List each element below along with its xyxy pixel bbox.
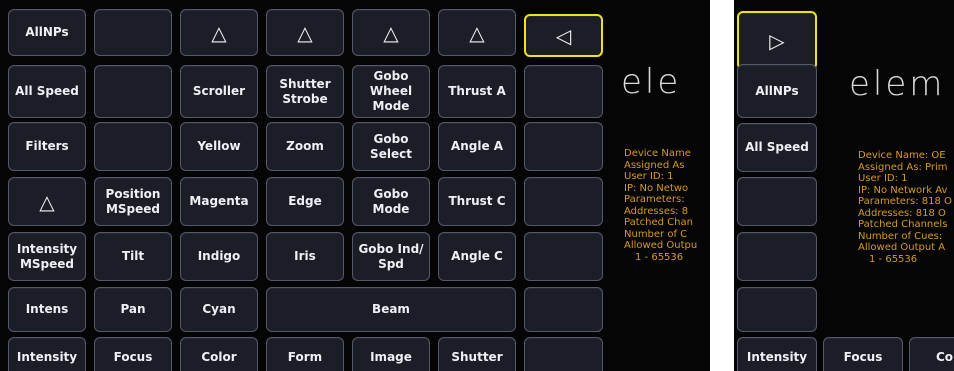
position-mspeed-button[interactable]: Position MSpeed (94, 177, 172, 226)
blank-button[interactable] (524, 122, 603, 171)
tab-shutter[interactable]: Shutter (438, 337, 516, 371)
parameters: Parameters: 818 O (858, 196, 952, 207)
tab-focus[interactable]: Focus (823, 337, 903, 371)
blank-button[interactable] (524, 177, 603, 226)
thrust-c-button[interactable]: Thrust C (438, 177, 516, 226)
gobo-category-button[interactable]: △ (352, 9, 430, 56)
user-id: User ID: 1 (624, 171, 674, 182)
gobo-mode-button[interactable]: Gobo Mode (352, 177, 430, 226)
output-range: 1 - 65536 (869, 253, 918, 265)
device-info: Device Name Assigned As User ID: 1 IP: N… (624, 148, 697, 263)
device-name: Device Name: OE (858, 150, 946, 161)
magenta-button[interactable]: Magenta (180, 177, 258, 226)
blank-button[interactable] (94, 122, 172, 171)
triangle-up-icon: △ (383, 20, 399, 45)
scroller-category-button[interactable]: △ (180, 9, 258, 56)
page-left-button[interactable]: ◁ (524, 14, 603, 57)
blank-button[interactable] (737, 232, 817, 281)
allowed-output: Allowed Outpu (624, 240, 698, 251)
patched-channels: Patched Channels (858, 219, 948, 230)
blank-button[interactable] (94, 9, 172, 56)
blank-button[interactable] (524, 232, 603, 281)
addresses: Addresses: 818 O (858, 207, 946, 219)
allnps-button[interactable]: AllNPs (737, 64, 817, 118)
tilt-button[interactable]: Tilt (94, 232, 172, 281)
brand-logo: ele (621, 62, 682, 102)
triangle-up-icon: △ (297, 20, 313, 45)
tab-color[interactable]: Col (909, 337, 954, 371)
thrust-a-button[interactable]: Thrust A (438, 65, 516, 118)
tab-color[interactable]: Color (180, 337, 258, 371)
edge-button[interactable]: Edge (266, 177, 344, 226)
tab-form[interactable]: Form (266, 337, 344, 371)
output-range: 1 - 65536 (635, 251, 684, 263)
gobo-ind-spd-button[interactable]: Gobo Ind/ Spd (352, 232, 430, 281)
indigo-button[interactable]: Indigo (180, 232, 258, 281)
allowed-output: Allowed Output A (858, 242, 946, 253)
ip-address: IP: No Network Av (858, 184, 948, 196)
blank-button[interactable] (737, 177, 817, 226)
number-of-cues: Number of Cues: (858, 230, 943, 242)
device-name: Device Name (624, 148, 691, 159)
all-speed-button[interactable]: All Speed (8, 65, 86, 118)
zoom-button[interactable]: Zoom (266, 122, 344, 171)
intensity-mspeed-button[interactable]: Intensity MSpeed (8, 232, 86, 281)
tab-image[interactable]: Image (352, 337, 430, 371)
tab-blank[interactable] (524, 337, 603, 371)
tab-focus[interactable]: Focus (94, 337, 172, 371)
thrust-category-button[interactable]: △ (438, 9, 516, 56)
intens-button[interactable]: Intens (8, 287, 86, 332)
yellow-button[interactable]: Yellow (180, 122, 258, 171)
ip-address: IP: No Netwo (624, 182, 689, 194)
blank-button[interactable] (524, 287, 603, 332)
beam-button[interactable]: Beam (266, 287, 516, 332)
user-id: User ID: 1 (858, 173, 908, 184)
triangle-right-icon: ▷ (769, 28, 785, 53)
triangle-up-icon: △ (211, 20, 227, 45)
category-up-button[interactable]: △ (8, 177, 86, 226)
blank-button[interactable] (94, 65, 172, 118)
filters-button[interactable]: Filters (8, 122, 86, 171)
shutter-strobe-button[interactable]: Shutter Strobe (266, 65, 344, 118)
fixture-panel-wide: AllNPs △ △ △ △ ◁ All Speed Scroller Shut… (0, 0, 710, 371)
blank-button[interactable] (524, 65, 603, 118)
assigned-as: Assigned As: Prim (858, 161, 948, 173)
tab-intensity[interactable]: Intensity (737, 337, 817, 371)
angle-c-button[interactable]: Angle C (438, 232, 516, 281)
triangle-left-icon: ◁ (555, 23, 572, 48)
allnps-button[interactable]: AllNPs (8, 9, 86, 56)
triangle-up-icon: △ (39, 189, 55, 214)
angle-a-button[interactable]: Angle A (438, 122, 516, 171)
shutter-category-button[interactable]: △ (266, 9, 344, 56)
addresses: Addresses: 8 (624, 205, 689, 217)
tab-intensity[interactable]: Intensity (8, 337, 86, 371)
blank-button[interactable] (737, 287, 817, 332)
number-of-cues: Number of C (624, 228, 688, 240)
brand-logo: elem (849, 64, 946, 104)
cyan-button[interactable]: Cyan (180, 287, 258, 332)
triangle-up-icon: △ (469, 20, 485, 45)
patched-channels: Patched Chan (624, 217, 693, 228)
parameters: Parameters: (624, 194, 685, 205)
assigned-as: Assigned As (624, 159, 685, 171)
all-speed-button[interactable]: All Speed (737, 123, 817, 172)
pan-button[interactable]: Pan (94, 287, 172, 332)
scroller-button[interactable]: Scroller (180, 65, 258, 118)
fixture-panel-narrow: ▷ AllNPs All Speed Intensity Focus Col e… (734, 0, 954, 371)
page-right-button[interactable]: ▷ (737, 11, 817, 70)
device-info: Device Name: OE Assigned As: Prim User I… (858, 150, 952, 265)
iris-button[interactable]: Iris (266, 232, 344, 281)
gobo-select-button[interactable]: Gobo Select (352, 122, 430, 171)
gobo-wheel-mode-button[interactable]: Gobo Wheel Mode (352, 65, 430, 118)
